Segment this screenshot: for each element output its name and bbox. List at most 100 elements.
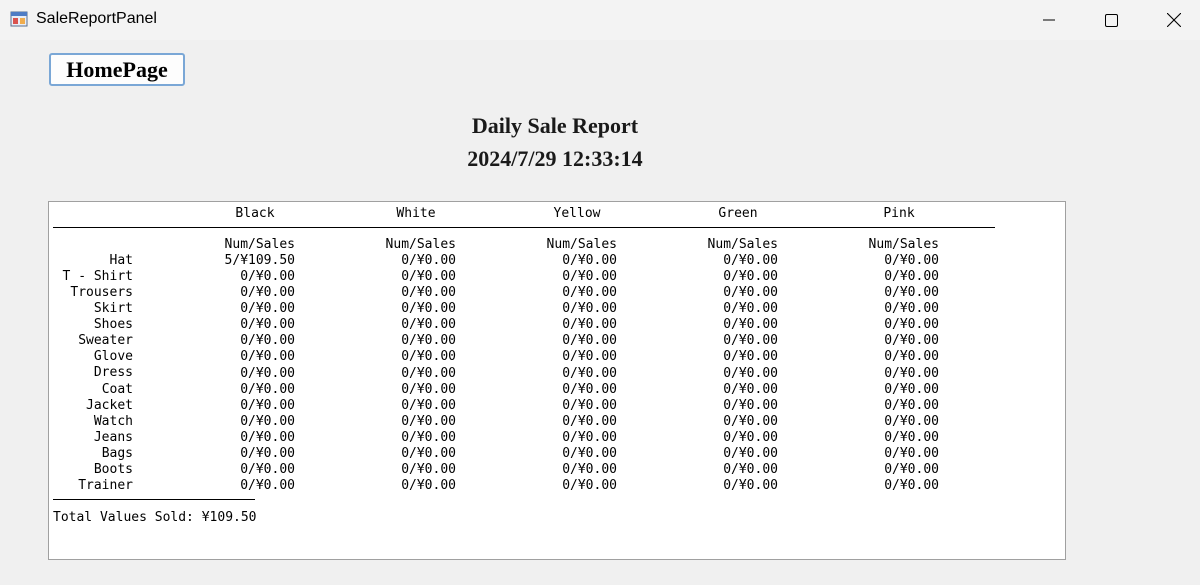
table-cell: 0/¥0.00 bbox=[562, 461, 617, 477]
maximize-icon bbox=[1104, 13, 1118, 27]
product-labels: Hat T - Shirt Trousers Skirt Shoes Sweater Glo… bbox=[49, 253, 133, 494]
table-cell: 0/¥0.00 bbox=[401, 349, 456, 365]
product-label: Boots bbox=[93, 461, 133, 477]
table-cell: 0/¥0.00 bbox=[723, 461, 778, 477]
table-cell: 0/¥0.00 bbox=[401, 477, 456, 493]
table-cell: 0/¥0.00 bbox=[401, 413, 456, 429]
table-cell: 0/¥0.00 bbox=[884, 381, 939, 397]
table-cell: 0/¥0.00 bbox=[240, 349, 295, 365]
column-subheader: Num/Sales bbox=[707, 237, 778, 252]
table-cell: 0/¥0.00 bbox=[723, 253, 778, 269]
table-cell: 0/¥0.00 bbox=[884, 333, 939, 349]
table-cell: 0/¥0.00 bbox=[401, 461, 456, 477]
table-cell: 0/¥0.00 bbox=[884, 349, 939, 365]
column-green: Num/Sales 0/¥0.00 0/¥0.00 0/¥0.00 0/¥0.00 0/¥… bbox=[658, 237, 778, 494]
table-cell: 0/¥0.00 bbox=[240, 317, 295, 333]
product-label: Bags bbox=[101, 445, 133, 461]
table-cell: 0/¥0.00 bbox=[723, 397, 778, 413]
table-cell: 0/¥0.00 bbox=[401, 269, 456, 285]
product-label: Coat bbox=[101, 381, 133, 397]
table-cell: 0/¥0.00 bbox=[884, 477, 939, 493]
table-cell: 0/¥0.00 bbox=[562, 253, 617, 269]
column-header-white: White bbox=[396, 206, 436, 221]
column-yellow: Num/Sales 0/¥0.00 0/¥0.00 0/¥0.00 0/¥0.00 0/¥… bbox=[497, 237, 617, 494]
table-cell: 0/¥0.00 bbox=[240, 301, 295, 317]
column-black: Num/Sales 5/¥109.50 0/¥0.00 0/¥0.00 0/¥0.00 0… bbox=[175, 237, 295, 494]
table-cell: 0/¥0.00 bbox=[562, 365, 617, 381]
report-panel: Black White Yellow Green Pink Hat T - Shirt Tr… bbox=[48, 201, 1066, 560]
close-button[interactable] bbox=[1143, 0, 1200, 40]
table-cell: 0/¥0.00 bbox=[562, 301, 617, 317]
table-cell: 0/¥0.00 bbox=[240, 477, 295, 493]
window-title: SaleReportPanel bbox=[36, 10, 157, 27]
table-cell: 0/¥0.00 bbox=[723, 269, 778, 285]
table-cell: 0/¥0.00 bbox=[884, 317, 939, 333]
table-cell: 0/¥0.00 bbox=[562, 429, 617, 445]
table-cell: 0/¥0.00 bbox=[240, 445, 295, 461]
total-label: Total Values Sold: bbox=[53, 510, 194, 525]
minimize-icon bbox=[1043, 19, 1055, 21]
table-cell: 0/¥0.00 bbox=[401, 333, 456, 349]
table-cell: 0/¥0.00 bbox=[723, 317, 778, 333]
table-cell: 0/¥0.00 bbox=[723, 333, 778, 349]
title-bar: SaleReportPanel bbox=[0, 0, 1200, 40]
table-cell: 0/¥0.00 bbox=[240, 461, 295, 477]
table-cell: 0/¥0.00 bbox=[240, 429, 295, 445]
table-cell: 0/¥0.00 bbox=[723, 349, 778, 365]
column-header-green: Green bbox=[718, 206, 758, 221]
table-cell: 0/¥0.00 bbox=[884, 301, 939, 317]
column-header-yellow: Yellow bbox=[553, 206, 601, 221]
table-cell: 0/¥0.00 bbox=[723, 445, 778, 461]
table-cell: 0/¥0.00 bbox=[240, 333, 295, 349]
table-cell: 0/¥0.00 bbox=[401, 429, 456, 445]
product-label: Dress bbox=[93, 365, 133, 381]
column-subheader: Num/Sales bbox=[868, 237, 939, 252]
minimize-button[interactable] bbox=[1018, 0, 1080, 40]
table-cell: 0/¥0.00 bbox=[723, 381, 778, 397]
table-cell: 0/¥0.00 bbox=[884, 413, 939, 429]
table-cell: 0/¥0.00 bbox=[562, 381, 617, 397]
table-cell: 0/¥0.00 bbox=[562, 445, 617, 461]
table-cell: 0/¥0.00 bbox=[401, 253, 456, 269]
maximize-button[interactable] bbox=[1080, 0, 1142, 40]
table-cell: 0/¥0.00 bbox=[401, 445, 456, 461]
table-cell: 0/¥0.00 bbox=[401, 397, 456, 413]
product-label: Sweater bbox=[78, 333, 133, 349]
app-icon bbox=[10, 11, 28, 27]
table-cell: 0/¥0.00 bbox=[723, 477, 778, 493]
close-icon bbox=[1167, 13, 1181, 27]
total-row: Total Values Sold: ¥109.50 bbox=[53, 510, 257, 526]
table-cell: 0/¥0.00 bbox=[884, 445, 939, 461]
product-label: Trainer bbox=[78, 477, 133, 493]
table-cell: 0/¥0.00 bbox=[401, 365, 456, 381]
column-header-black: Black bbox=[235, 206, 275, 221]
table-cell: 0/¥0.00 bbox=[401, 301, 456, 317]
product-label: Watch bbox=[93, 413, 133, 429]
total-divider bbox=[53, 499, 255, 500]
table-cell: 0/¥0.00 bbox=[562, 317, 617, 333]
table-cell: 0/¥0.00 bbox=[884, 397, 939, 413]
table-cell: 0/¥0.00 bbox=[884, 429, 939, 445]
table-cell: 0/¥0.00 bbox=[240, 269, 295, 285]
homepage-button[interactable]: HomePage bbox=[49, 53, 185, 86]
product-label: Glove bbox=[93, 349, 133, 365]
table-cell: 0/¥0.00 bbox=[240, 381, 295, 397]
table-cell: 0/¥0.00 bbox=[401, 285, 456, 301]
total-value: ¥109.50 bbox=[201, 510, 257, 525]
table-cell: 0/¥0.00 bbox=[884, 269, 939, 285]
header-divider bbox=[53, 227, 995, 228]
table-cell: 0/¥0.00 bbox=[562, 333, 617, 349]
table-cell: 0/¥0.00 bbox=[723, 365, 778, 381]
product-label: Shoes bbox=[93, 317, 133, 333]
report-date: 2024/7/29 12:33:14 bbox=[467, 146, 643, 171]
table-cell: 0/¥0.00 bbox=[562, 413, 617, 429]
table-cell: 0/¥0.00 bbox=[401, 317, 456, 333]
column-header-pink: Pink bbox=[883, 206, 915, 221]
table-cell: 0/¥0.00 bbox=[240, 285, 295, 301]
product-label: Skirt bbox=[93, 301, 133, 317]
column-subheader: Num/Sales bbox=[224, 237, 295, 252]
table-cell: 0/¥0.00 bbox=[562, 397, 617, 413]
product-label: Jacket bbox=[86, 397, 133, 413]
table-cell: 0/¥0.00 bbox=[240, 397, 295, 413]
table-cell: 0/¥0.00 bbox=[884, 365, 939, 381]
